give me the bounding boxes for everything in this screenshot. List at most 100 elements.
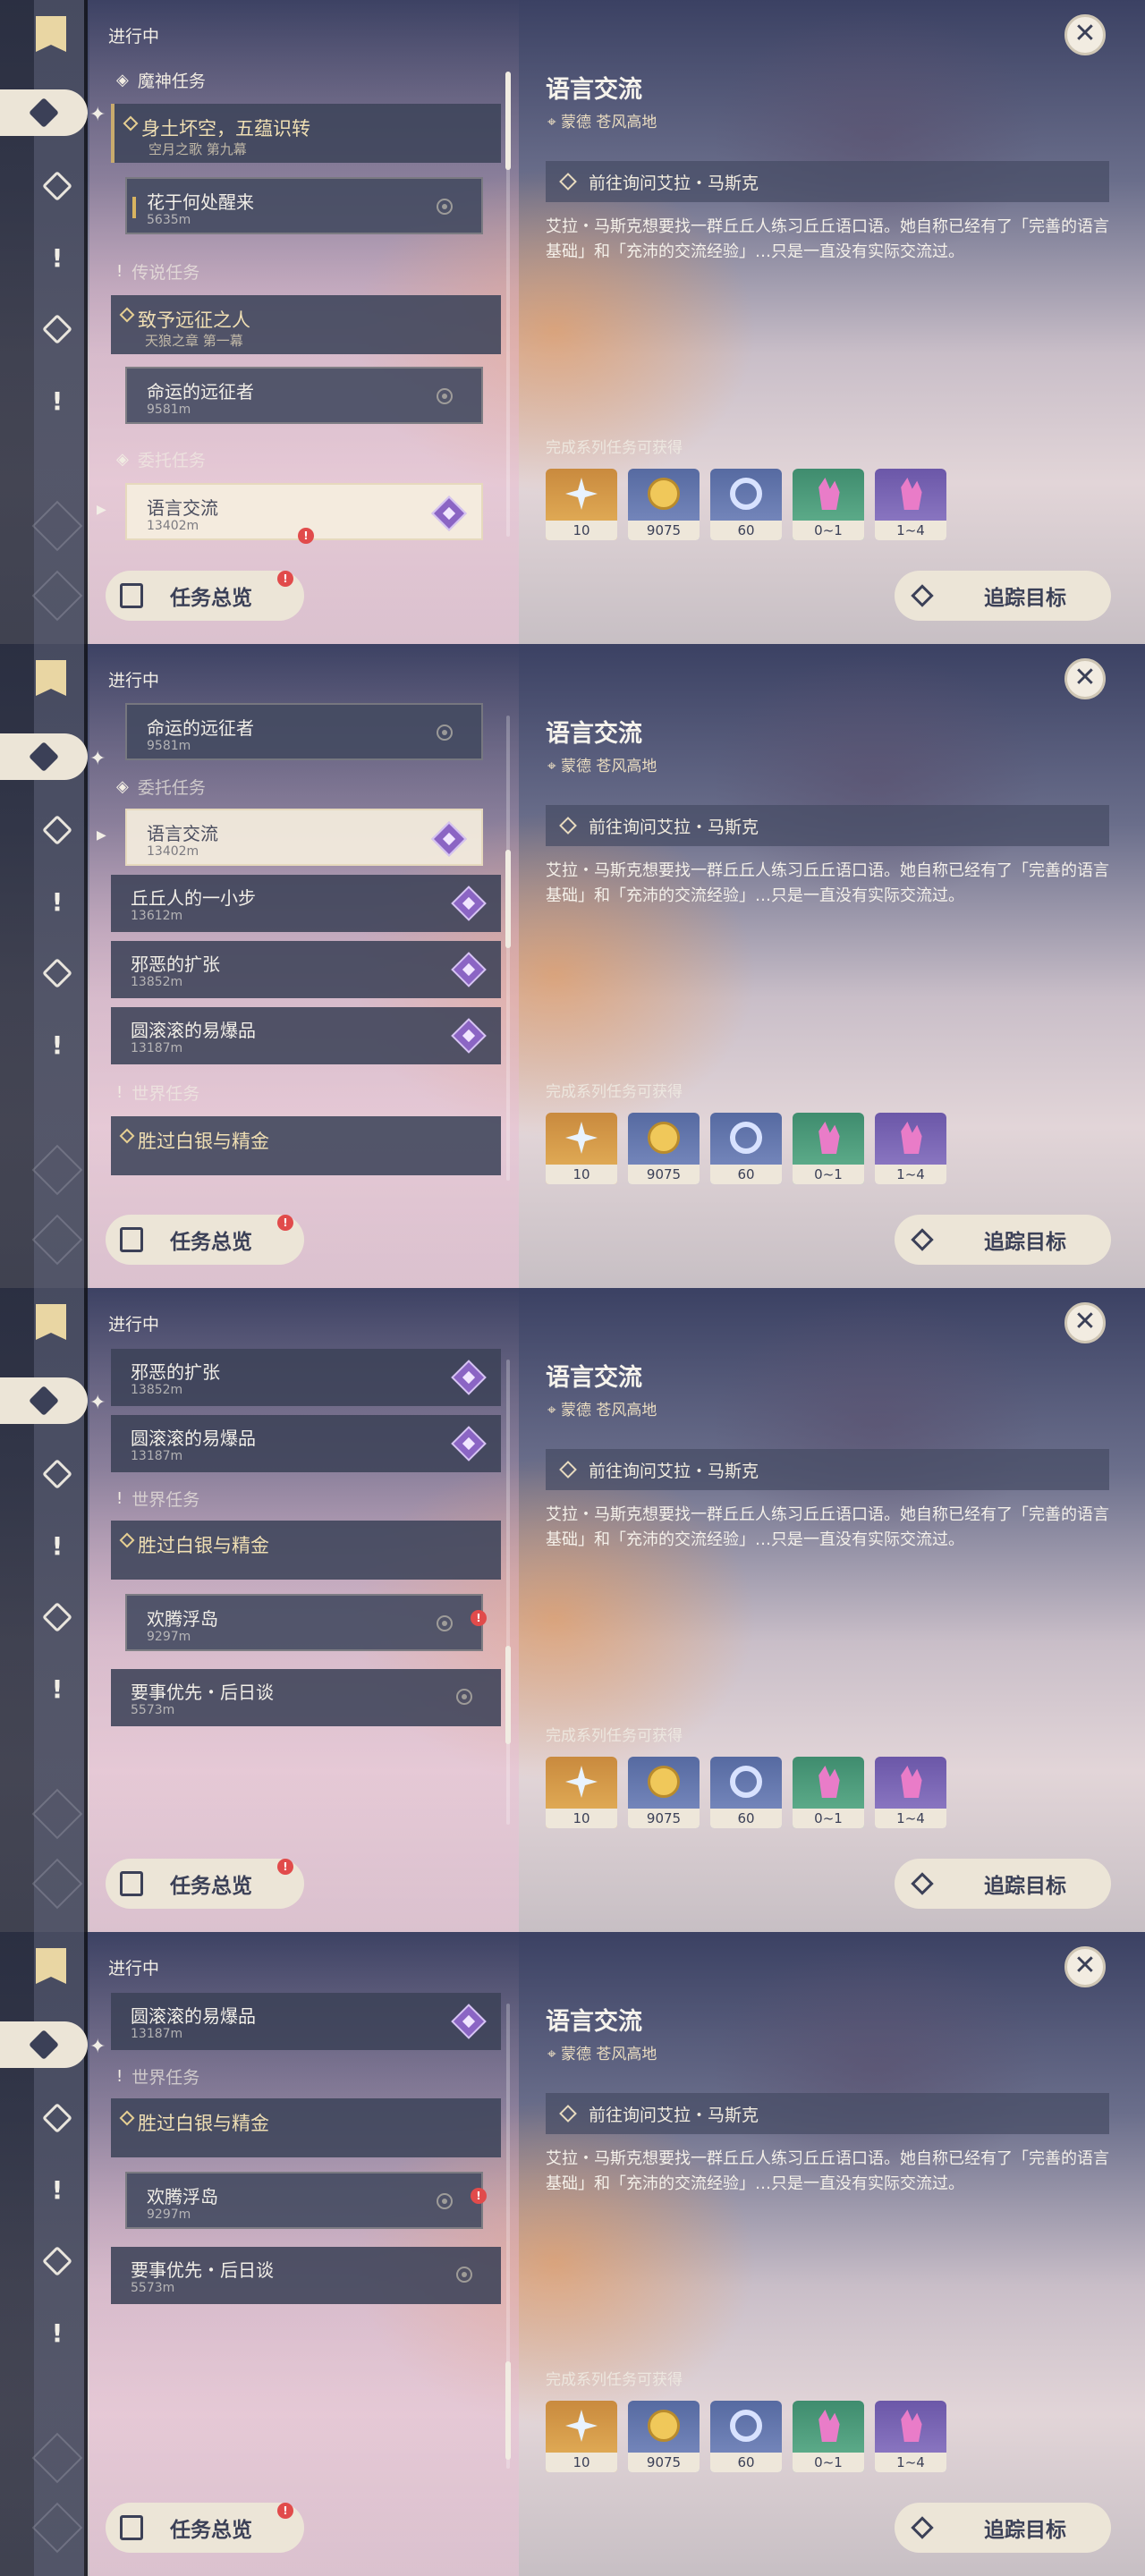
quest-overview-button[interactable]: 任务总览 — [106, 571, 304, 621]
track-target-button[interactable]: 追踪目标 — [895, 1215, 1111, 1265]
quest-legend-main[interactable]: 致予远征之人 天狼之章 第一幕 — [111, 295, 501, 354]
reward-item[interactable]: 1~4 — [875, 1757, 946, 1828]
scrollbar-thumb[interactable] — [505, 1646, 511, 1744]
scrollbar-thumb[interactable] — [505, 2361, 511, 2460]
rail-archon-tab[interactable] — [34, 1451, 81, 1497]
bookmark-icon[interactable] — [36, 1948, 66, 1984]
rail-quest-tab[interactable] — [0, 733, 88, 780]
track-target-button[interactable]: 追踪目标 — [895, 571, 1111, 621]
rail-quest-tab[interactable] — [0, 1377, 88, 1424]
reward-item[interactable]: 10 — [546, 1757, 617, 1828]
reward-item[interactable]: 1~4 — [875, 469, 946, 540]
quest-lang-selected[interactable]: 语言交流 13402m — [125, 809, 483, 866]
reward-item[interactable]: 9075 — [628, 1757, 700, 1828]
rail-world-tab[interactable]: ! — [34, 1021, 81, 1068]
alert-badge: ! — [277, 571, 293, 587]
bookmark-icon[interactable] — [36, 1304, 66, 1340]
objective-diamond-icon — [559, 2105, 577, 2123]
rail-commission-tab[interactable] — [34, 1594, 81, 1640]
quest-step-item[interactable]: 花于何处醒来 5635m — [125, 177, 483, 234]
quest-step-item[interactable]: 命运的远征者 9581m — [125, 703, 483, 760]
track-target-button[interactable]: 追踪目标 — [895, 1859, 1111, 1909]
exclamation-icon: ! — [51, 2174, 64, 2205]
quest-overview-button[interactable]: 任务总览 — [106, 1215, 304, 1265]
reward-item[interactable]: 0~1 — [793, 1757, 864, 1828]
quest-commission-item[interactable]: 圆滚滚的易爆品 13187m — [111, 1415, 501, 1472]
quest-commission-item[interactable]: 丘丘人的一小步 13612m — [111, 875, 501, 932]
quest-world-main[interactable]: 胜过白银与精金 — [111, 1116, 501, 1175]
rail-commission-tab[interactable] — [34, 2238, 81, 2284]
reward-item[interactable]: 9075 — [628, 469, 700, 540]
scrollbar-track[interactable] — [506, 1360, 510, 1825]
quest-commission-item[interactable]: 圆滚滚的易爆品 13187m — [111, 1007, 501, 1064]
reward-item[interactable]: 10 — [546, 469, 617, 540]
scrollbar-thumb[interactable] — [505, 850, 511, 948]
quest-objective: 前往询问艾拉・马斯克 — [546, 1449, 1109, 1490]
quest-list[interactable]: 命运的远征者 9581m ◈ 委托任务 语言交流 13402m 丘丘人的一小步 1361… — [107, 699, 501, 1191]
reward-item[interactable]: 60 — [710, 1757, 782, 1828]
reward-item[interactable]: 0~1 — [793, 1113, 864, 1184]
quest-step-item[interactable]: 欢腾浮岛 9297m — [125, 1594, 483, 1651]
rail-archon-tab[interactable] — [34, 807, 81, 853]
quest-overview-button[interactable]: 任务总览 — [106, 1859, 304, 1909]
location-pin-icon: ⌖ — [547, 2046, 561, 2063]
quest-marker-icon — [119, 307, 135, 323]
rail-legend-tab[interactable]: ! — [34, 234, 81, 281]
quest-diamond-icon — [29, 2029, 59, 2060]
reward-item[interactable]: 60 — [710, 2401, 782, 2472]
track-diamond-icon — [911, 1228, 934, 1251]
reward-item[interactable]: 10 — [546, 2401, 617, 2472]
scrollbar-thumb[interactable] — [505, 72, 511, 170]
reward-item[interactable]: 9075 — [628, 1113, 700, 1184]
quest-list[interactable]: 邪恶的扩张 13852m 圆滚滚的易爆品 13187m ! 世界任务 胜过白银与精金 … — [107, 1343, 501, 1835]
rail-legend-tab[interactable]: ! — [34, 1522, 81, 1569]
commission-gem-icon — [451, 1360, 487, 1395]
rail-archon-tab[interactable] — [34, 2095, 81, 2141]
selected-arrow-icon: ▶ — [97, 503, 106, 517]
rail-commission-tab[interactable] — [34, 950, 81, 996]
quest-commission-item[interactable]: 圆滚滚的易爆品 13187m — [111, 1993, 501, 2050]
reward-item[interactable]: 60 — [710, 1113, 782, 1184]
reward-item[interactable]: 10 — [546, 1113, 617, 1184]
scrollbar-track[interactable] — [506, 716, 510, 1181]
close-button[interactable]: ✕ — [1064, 1946, 1106, 1987]
track-target-button[interactable]: 追踪目标 — [895, 2503, 1111, 2553]
rail-legend-tab[interactable]: ! — [34, 878, 81, 925]
reward-item[interactable]: 1~4 — [875, 2401, 946, 2472]
quest-commission-item[interactable]: 邪恶的扩张 13852m — [111, 1349, 501, 1406]
quest-step-item[interactable]: 欢腾浮岛 9297m — [125, 2172, 483, 2229]
quest-world-main[interactable]: 胜过白银与精金 — [111, 2098, 501, 2157]
rail-quest-tab[interactable] — [0, 2021, 88, 2068]
quest-archon-main[interactable]: 身土坏空，五蕴识转 空月之歌 第九幕 — [111, 104, 501, 163]
quest-list[interactable]: 圆滚滚的易爆品 13187m ! 世界任务 胜过白银与精金 欢腾浮岛 9297m 要事… — [107, 1987, 501, 2479]
bookmark-icon[interactable] — [36, 660, 66, 696]
reward-item[interactable]: 9075 — [628, 2401, 700, 2472]
quest-list[interactable]: ◈ 魔神任务 身土坏空，五蕴识转 空月之歌 第九幕 花于何处醒来 5635m ! 传说任… — [107, 55, 501, 547]
close-button[interactable]: ✕ — [1064, 14, 1106, 55]
quest-world-item[interactable]: 要事优先・后日谈 5573m — [111, 2247, 501, 2304]
reward-item[interactable]: 1~4 — [875, 1113, 946, 1184]
rail-world-tab[interactable]: ! — [34, 2309, 81, 2356]
close-button[interactable]: ✕ — [1064, 658, 1106, 699]
quest-commission-item[interactable]: 邪恶的扩张 13852m — [111, 941, 501, 998]
rail-world-tab[interactable]: ! — [34, 377, 81, 424]
reward-item[interactable]: 60 — [710, 469, 782, 540]
quest-world-item[interactable]: 要事优先・后日谈 5573m — [111, 1669, 501, 1726]
rail-legend-tab[interactable]: ! — [34, 2166, 81, 2213]
quest-objective: 前往询问艾拉・马斯克 — [546, 805, 1109, 846]
close-button[interactable]: ✕ — [1064, 1302, 1106, 1343]
rail-quest-tab[interactable] — [0, 89, 88, 136]
bookmark-icon[interactable] — [36, 16, 66, 52]
rail-commission-tab[interactable] — [34, 306, 81, 352]
location-pin-icon — [437, 2193, 453, 2209]
mora-icon — [648, 1122, 680, 1154]
reward-item[interactable]: 0~1 — [793, 469, 864, 540]
reward-item[interactable]: 0~1 — [793, 2401, 864, 2472]
rail-world-tab[interactable]: ! — [34, 1665, 81, 1712]
rail-decoration — [31, 1214, 83, 1266]
quest-step-item[interactable]: 命运的远征者 9581m — [125, 367, 483, 424]
companionship-exp-icon — [730, 478, 762, 510]
quest-world-main[interactable]: 胜过白银与精金 — [111, 1521, 501, 1580]
quest-overview-button[interactable]: 任务总览 — [106, 2503, 304, 2553]
rail-archon-tab[interactable] — [34, 163, 81, 209]
